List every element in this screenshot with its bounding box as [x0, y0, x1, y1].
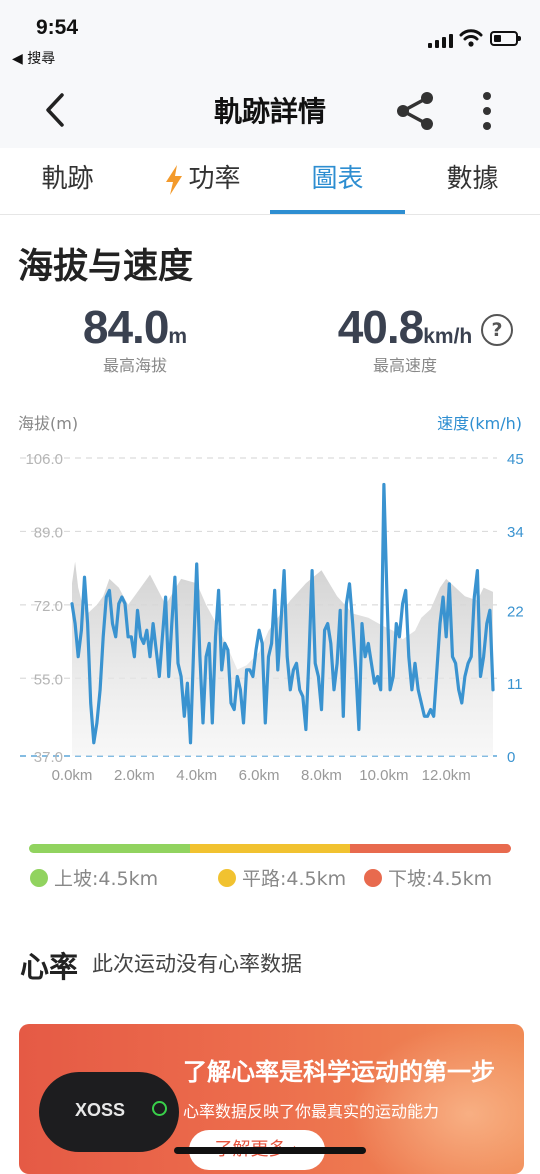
status-bar: 9:54 ◀ 搜尋 — [0, 0, 540, 72]
left-tick-label: 89.0 — [34, 524, 63, 541]
nav-bar: 軌跡詳情 — [0, 72, 540, 148]
terrain-uphill-segment — [29, 844, 190, 853]
tab-label: 功率 — [188, 164, 241, 194]
right-tick-label: 34 — [507, 524, 524, 541]
legend-uphill: 上坡:4.5km — [30, 864, 158, 891]
max-altitude-unit: m — [168, 325, 188, 348]
max-speed-unit: km/h — [423, 325, 473, 348]
lightning-icon — [166, 164, 183, 195]
max-speed-label: 最高速度 — [372, 356, 437, 375]
x-tick-label: 4.0km — [176, 767, 217, 784]
tab-label: 圖表 — [311, 164, 364, 194]
more-vertical-icon[interactable] — [474, 90, 500, 132]
tab-label: 數據 — [446, 164, 499, 194]
left-tick-label: 37.0 — [34, 749, 63, 766]
x-tick-label: 2.0km — [114, 767, 155, 784]
legend-label: 下坡:4.5km — [388, 868, 493, 890]
x-tick-label: 12.0km — [422, 767, 471, 784]
power-dot-icon — [152, 1101, 167, 1116]
share-icon[interactable] — [394, 90, 436, 132]
uphill-dot-icon — [30, 868, 48, 887]
help-icon[interactable]: ? — [481, 314, 513, 346]
left-tick-label: 106.0 — [25, 451, 63, 468]
x-tick-label: 10.0km — [359, 767, 408, 784]
left-axis-title: 海拔(m) — [18, 414, 79, 433]
x-tick-label: 6.0km — [239, 767, 280, 784]
status-time: 9:54 — [36, 16, 79, 39]
home-indicator — [174, 1147, 366, 1154]
heart-rate-note: 此次运动没有心率数据 — [92, 952, 302, 976]
downhill-dot-icon — [364, 868, 382, 887]
max-speed-value: 40.8 — [337, 301, 425, 353]
right-tick-label: 0 — [507, 749, 515, 766]
legend-flat: 平路:4.5km — [218, 864, 346, 891]
altitude-speed-chart: 106.0 89.0 72.0 55.0 37.0 45 34 22 11 0 0.0km 2.0km… — [20, 451, 524, 784]
legend-label: 平路:4.5km — [242, 868, 347, 890]
banner-title: 了解心率是科学运动的第一步 — [183, 1058, 495, 1086]
left-tick-label: 55.0 — [34, 671, 63, 688]
cellular-signal-icon — [428, 34, 454, 48]
tab-power[interactable]: 功率 — [135, 148, 270, 214]
heart-rate-title: 心率 — [20, 950, 79, 984]
wifi-icon — [459, 29, 483, 47]
tab-bar: 軌跡 功率 圖表 數據 — [0, 148, 540, 215]
terrain-downhill-segment — [350, 844, 511, 853]
terrain-bar — [29, 844, 511, 853]
max-altitude-stat: 84.0m 最高海拔 — [70, 300, 200, 376]
terrain-flat-segment — [189, 844, 351, 853]
banner-subtitle: 心率数据反映了你最真实的运动能力 — [183, 1102, 440, 1121]
flat-dot-icon — [218, 868, 236, 887]
tab-data[interactable]: 數據 — [405, 148, 540, 214]
battery-icon — [490, 31, 521, 46]
back-to-app-link[interactable]: ◀ 搜尋 — [12, 48, 55, 68]
x-tick-label: 8.0km — [301, 767, 342, 784]
tab-label: 軌跡 — [41, 164, 94, 194]
section-title: 海拔与速度 — [18, 247, 194, 287]
legend-downhill: 下坡:4.5km — [364, 864, 492, 891]
max-altitude-value: 84.0 — [82, 301, 170, 353]
heart-rate-monitor-image: XOSS — [39, 1072, 179, 1152]
left-tick-label: 72.0 — [34, 598, 63, 615]
right-tick-label: 45 — [507, 451, 524, 468]
max-speed-stat: 40.8km/h 最高速度 — [330, 300, 480, 376]
max-altitude-label: 最高海拔 — [102, 356, 167, 375]
right-axis-title: 速度(km/h) — [437, 414, 522, 433]
legend-label: 上坡:4.5km — [54, 868, 159, 890]
x-tick-label: 0.0km — [52, 767, 93, 784]
tab-chart[interactable]: 圖表 — [270, 148, 405, 214]
page-title: 軌跡詳情 — [213, 95, 326, 128]
device-brand: XOSS — [75, 1100, 126, 1120]
right-tick-label: 22 — [507, 603, 524, 620]
right-tick-label: 11 — [507, 676, 523, 693]
tab-track[interactable]: 軌跡 — [0, 148, 135, 214]
